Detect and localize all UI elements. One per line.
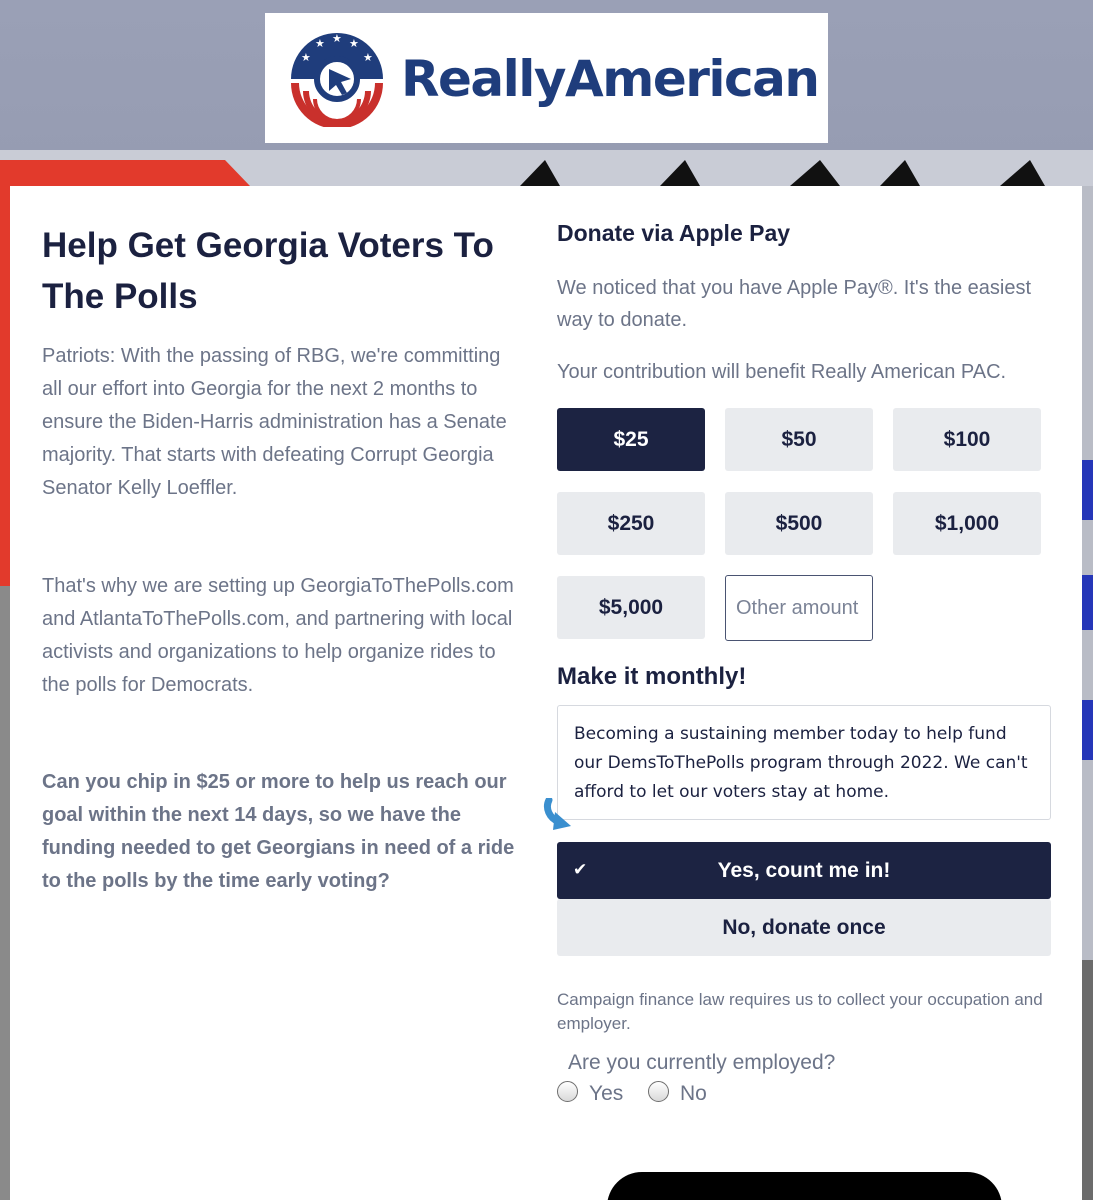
svg-text:★: ★ — [315, 38, 325, 50]
monthly-yes-button[interactable]: ✔ Yes, count me in! — [557, 842, 1051, 899]
amount-button-250[interactable]: $250 — [557, 492, 705, 555]
other-amount-input[interactable] — [725, 575, 873, 641]
monthly-section-title: Make it monthly! — [557, 663, 747, 690]
checkmark-icon: ✔ — [573, 860, 588, 879]
amount-button-25[interactable]: $25 — [557, 408, 705, 471]
apple-pay-button[interactable] — [607, 1172, 1002, 1200]
employed-no-label: No — [680, 1082, 707, 1105]
amount-button-500[interactable]: $500 — [725, 492, 873, 555]
amount-button-100[interactable]: $100 — [893, 408, 1041, 471]
svg-text:★: ★ — [332, 33, 342, 45]
brand-name: ReallyAmerican — [401, 50, 820, 108]
amount-button-50[interactable]: $50 — [725, 408, 873, 471]
finance-law-note: Campaign finance law requires us to coll… — [557, 990, 1043, 1033]
monthly-yes-label: Yes, count me in! — [717, 858, 891, 882]
employed-yes-radio[interactable] — [557, 1081, 578, 1102]
donate-once-button[interactable]: No, donate once — [557, 899, 1051, 956]
flag-cursor-logo-icon: ★ ★ ★ ★ ★ — [291, 33, 383, 127]
curved-arrow-icon — [543, 798, 571, 830]
donation-card: Help Get Georgia Voters To The Polls Pat… — [10, 186, 1082, 1200]
apple-pay-notice: We noticed that you have Apple Pay®. It'… — [557, 277, 1032, 331]
svg-text:★: ★ — [301, 52, 311, 64]
svg-text:★: ★ — [349, 38, 359, 50]
amount-button-1000[interactable]: $1,000 — [893, 492, 1041, 555]
intro-paragraph: That's why we are setting up GeorgiaToTh… — [42, 575, 514, 696]
svg-text:★: ★ — [363, 52, 373, 64]
donate-section-title: Donate via Apple Pay — [557, 220, 791, 246]
employed-yes-label: Yes — [589, 1082, 624, 1105]
donate-once-label: No, donate once — [722, 915, 886, 939]
contribution-benefit-text: Your contribution will benefit Really Am… — [557, 361, 1007, 383]
monthly-description: Becoming a sustaining member today to he… — [557, 705, 1051, 820]
logo-banner: ★ ★ ★ ★ ★ ReallyAmerican — [265, 13, 828, 143]
employed-no-radio[interactable] — [648, 1081, 669, 1102]
donation-ask: Can you chip in $25 or more to help us r… — [42, 771, 515, 892]
page-title: Help Get Georgia Voters To The Polls — [42, 226, 494, 316]
intro-paragraph: Patriots: With the passing of RBG, we're… — [42, 345, 507, 499]
amount-button-5000[interactable]: $5,000 — [557, 576, 705, 639]
employment-question: Are you currently employed? — [568, 1051, 836, 1074]
